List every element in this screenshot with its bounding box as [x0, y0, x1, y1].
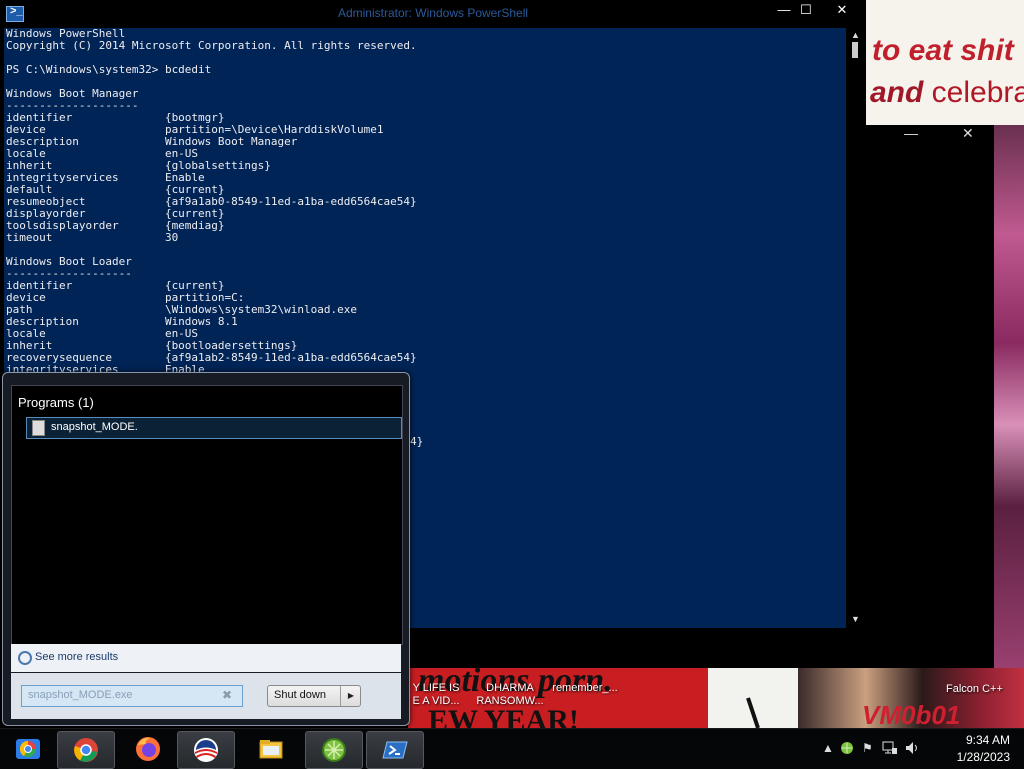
clock-time[interactable]: 9:34 AM	[966, 733, 1010, 747]
taskbar-button-file-explorer[interactable]	[243, 731, 299, 767]
search-results-panel: Programs (1) snapshot_MODE.	[11, 385, 403, 645]
scroll-up-icon[interactable]: ▲	[851, 30, 860, 40]
desktop-icon-falcon[interactable]: Falcon C++	[946, 683, 1003, 695]
window-title: Administrator: Windows PowerShell	[337, 6, 529, 20]
desktop-icon[interactable]: DHARMA RANSOMW...	[470, 682, 550, 708]
search-result-item[interactable]: snapshot_MODE.	[26, 417, 402, 439]
taskbar-button-powershell[interactable]	[366, 731, 424, 769]
search-icon	[18, 651, 32, 665]
system-tray: ▲ ⚑ 9:34 AM 1/28/2023	[814, 729, 1024, 769]
close-button[interactable]: ✕	[832, 2, 852, 20]
minimize-icon[interactable]: —	[904, 125, 918, 141]
window-titlebar[interactable]: >_ Administrator: Windows PowerShell — ☐…	[0, 0, 866, 28]
search-result-label: snapshot_MODE.	[51, 421, 138, 433]
see-more-results-label: See more results	[35, 651, 119, 663]
firefox-icon	[136, 737, 160, 761]
chrome-icon	[74, 738, 98, 762]
wallpaper-stroke	[746, 697, 760, 729]
powershell-icon	[382, 741, 408, 759]
file-explorer-icon	[259, 740, 283, 759]
search-input[interactable]: snapshot_MODE.exe ✖	[21, 685, 243, 707]
green-app-icon	[322, 738, 346, 762]
chrome-remote-icon	[16, 739, 40, 759]
start-menu-footer: snapshot_MODE.exe ✖ Shut down ▶	[11, 673, 401, 719]
volume-icon[interactable]	[904, 740, 920, 756]
scroll-thumb[interactable]	[852, 42, 858, 58]
file-icon	[32, 420, 45, 436]
taskbar-button-chrome-remote[interactable]	[0, 731, 56, 767]
green-tray-icon[interactable]	[840, 741, 854, 755]
desktop-icon[interactable]: remember_...	[545, 682, 625, 695]
wallpaper-vm-text: VM0b01	[862, 700, 961, 730]
sign-text-1: to eat shit	[872, 34, 1014, 67]
minimize-button[interactable]: —	[774, 2, 794, 20]
clear-search-icon[interactable]: ✖	[222, 688, 232, 702]
taskbar-button-firefox[interactable]	[120, 731, 176, 767]
scroll-down-icon[interactable]: ▼	[851, 614, 860, 624]
shutdown-label: Shut down	[274, 689, 326, 701]
taskbar-button-chrome[interactable]	[57, 731, 115, 769]
search-input-text: snapshot_MODE.exe	[28, 689, 133, 701]
background-window	[866, 125, 994, 670]
background-window-titlebar: — ✕	[866, 125, 994, 145]
close-icon[interactable]: ✕	[962, 125, 974, 142]
chevron-right-icon[interactable]: ▶	[340, 686, 361, 706]
vertical-scrollbar[interactable]: ▲ ▼	[846, 28, 866, 628]
wallpaper-crowd	[994, 125, 1024, 670]
clock-date[interactable]: 1/28/2023	[957, 750, 1010, 764]
see-more-results-link[interactable]: See more results	[11, 644, 401, 672]
programs-header: Programs (1)	[18, 395, 94, 410]
network-icon[interactable]	[882, 740, 898, 756]
sign-text-2: and celebra	[870, 76, 1024, 109]
wallpaper-pale	[708, 668, 798, 729]
chevron-up-icon[interactable]: ▲	[822, 741, 834, 755]
wallpaper-sign: to eat shit and celebra	[866, 0, 1024, 130]
obama-logo-icon	[194, 738, 218, 762]
start-menu: Programs (1) snapshot_MODE. See more res…	[2, 372, 410, 726]
taskbar-button-green-app[interactable]	[305, 731, 363, 769]
shutdown-button[interactable]: Shut down ▶	[267, 685, 361, 707]
taskbar-button-obama[interactable]	[177, 731, 235, 769]
maximize-button[interactable]: ☐	[796, 2, 816, 20]
taskbar: ▲ ⚑ 9:34 AM 1/28/2023	[0, 728, 1024, 769]
flag-icon[interactable]: ⚑	[862, 741, 873, 755]
